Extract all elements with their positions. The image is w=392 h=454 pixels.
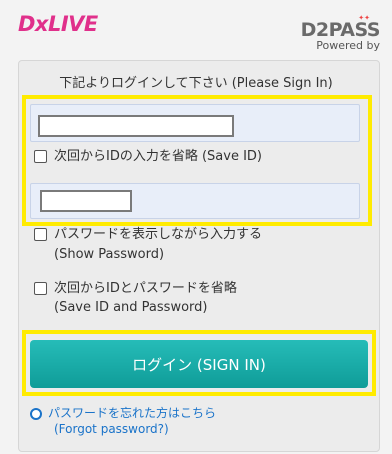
show-password-checkbox[interactable] [34,228,47,241]
sign-in-title: 下記よりログインして下さい (Please Sign In) [59,76,333,91]
powered-by-text: Powered by [316,39,380,52]
show-password-label: パスワードを表示しながら入力する [54,227,263,242]
dxlive-logo[interactable]: DxLIVE [18,12,98,36]
d2pass-brand: ✦✦ D2PASS Powered by [300,14,381,52]
save-id-password-checkbox[interactable] [34,282,47,295]
save-id-checkbox[interactable] [34,150,47,163]
id-input-value-mask [38,115,234,137]
header: DxLIVE ✦✦ D2PASS Powered by [0,0,392,56]
forgot-password-text-en[interactable]: (Forgot password?) [54,422,169,436]
show-password-label-en: (Show Password) [54,247,165,262]
forgot-password-bullet-icon [30,408,42,420]
login-button[interactable]: ログイン (SIGN IN) [30,340,368,388]
save-id-label: 次回からIDの入力を省略 (Save ID) [54,149,263,164]
d2pass-name: D2PASS [300,19,381,41]
forgot-password-text[interactable]: パスワードを忘れた方はこちら [48,406,216,420]
d2pass-badge-icon: ✦✦ [358,14,370,22]
save-id-password-label: 次回からIDとパスワードを省略 [54,281,237,296]
password-input-value-mask [40,190,132,212]
save-id-password-label-en: (Save ID and Password) [54,300,208,315]
